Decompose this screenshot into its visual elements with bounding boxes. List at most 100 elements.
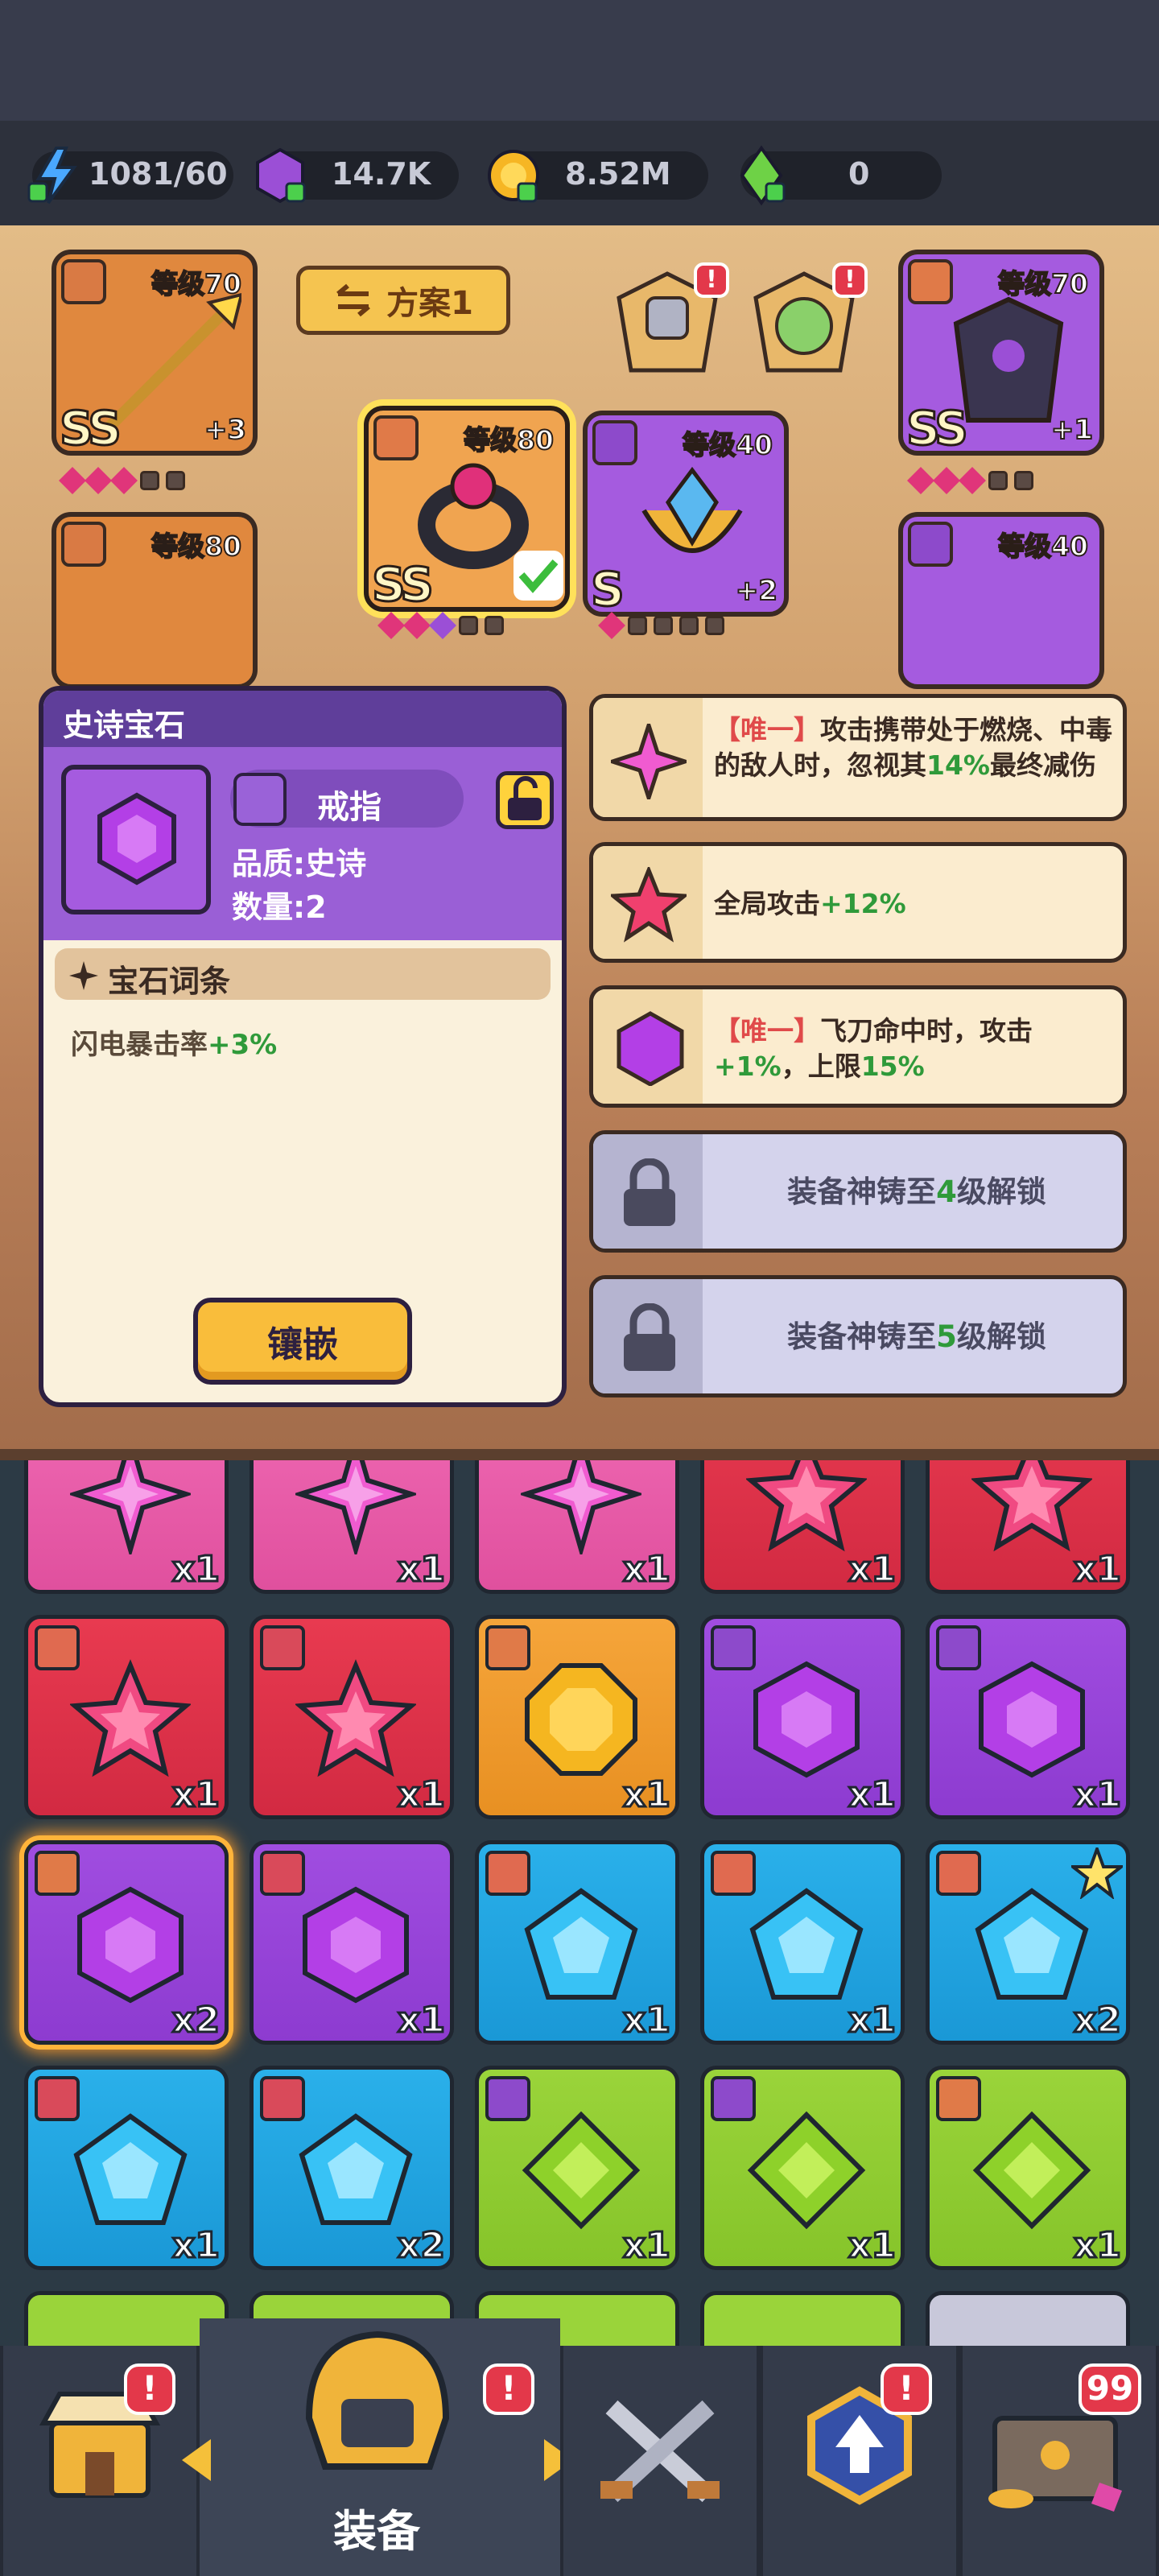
gem-count: x1 bbox=[171, 2224, 221, 2267]
slot-level: 等级80 bbox=[463, 423, 555, 456]
slot-plus: +1 bbox=[1050, 413, 1094, 447]
nav-left-arrow-icon[interactable] bbox=[182, 2439, 211, 2481]
equip-slot-necklace-right[interactable]: 等级40 bbox=[898, 512, 1104, 689]
effect-text-1: 【唯一】攻击携带处于燃烧、中毒的敌人时，忽视其14%最终减伤 bbox=[714, 712, 1120, 783]
inventory-gem-tile[interactable]: x1 bbox=[24, 1615, 229, 1819]
slot-level: 等级40 bbox=[997, 530, 1089, 563]
locked-text: 级解锁 bbox=[956, 1319, 1046, 1354]
pentagon-gem-icon bbox=[73, 2113, 188, 2225]
slot-level: 等级40 bbox=[682, 428, 773, 461]
selected-gem-box bbox=[61, 765, 211, 914]
gem-count: x1 bbox=[171, 1548, 221, 1591]
effect-text-2: 全局攻击+12% bbox=[714, 886, 1120, 922]
effect-value: +12% bbox=[820, 888, 906, 919]
pentagon-gem-icon bbox=[299, 2113, 413, 2225]
shop-alert-badge: ! bbox=[124, 2363, 175, 2415]
inventory-gem-tile[interactable]: x1 bbox=[700, 1460, 905, 1594]
diamond-gem-icon bbox=[972, 2111, 1091, 2230]
inventory-gem-tile[interactable]: x2 bbox=[926, 1840, 1130, 2045]
slot-gem-row bbox=[59, 467, 185, 494]
inventory-gem-tile[interactable]: x1 bbox=[700, 1840, 905, 2045]
gem-count: x1 bbox=[622, 1773, 672, 1816]
inventory-gem-tile[interactable]: x1 bbox=[24, 1460, 229, 1594]
slot-gem-row bbox=[907, 467, 1033, 494]
unlock-toggle-button[interactable] bbox=[496, 771, 554, 829]
inventory-gem-tile[interactable]: x1 bbox=[24, 2066, 229, 2270]
slot-grade: S bbox=[590, 561, 626, 617]
inventory-gem-tile[interactable]: x2 bbox=[250, 2066, 454, 2270]
star-gem-icon bbox=[295, 1659, 416, 1777]
purple-hexagon-gem-icon bbox=[97, 792, 176, 886]
gem-quality: 品质:史诗 bbox=[232, 846, 367, 881]
hexagon-gem-icon bbox=[303, 1886, 409, 2004]
embed-button[interactable]: 镶嵌 bbox=[193, 1298, 412, 1385]
inventory-gem-tile[interactable]: x1 bbox=[475, 1615, 679, 1819]
inventory-gem-tile[interactable]: x1 bbox=[250, 1615, 454, 1819]
inventory-gem-tile[interactable]: x1 bbox=[475, 2066, 679, 2270]
effect-value: 14% bbox=[926, 749, 990, 781]
pentagon-gem-icon bbox=[524, 1888, 638, 2000]
ring-type-icon bbox=[233, 773, 287, 826]
inventory-gem-tile[interactable]: x1 bbox=[475, 1840, 679, 2045]
slot-plus: +3 bbox=[204, 413, 247, 447]
padlock-icon bbox=[624, 1303, 675, 1371]
pentagon-gem-icon bbox=[749, 1888, 864, 2000]
affix-line: 闪电暴击率+3% bbox=[71, 1022, 277, 1062]
effect-text: 飞刀命中时，攻击 bbox=[820, 1015, 1033, 1046]
slot-grade: SS bbox=[371, 556, 435, 612]
amulet-icon bbox=[641, 466, 743, 553]
inventory-gem-tile[interactable]: x2 bbox=[24, 1840, 229, 2045]
inventory-gem-tile[interactable]: x1 bbox=[475, 1460, 679, 1594]
inventory-gem-tile[interactable] bbox=[700, 2291, 905, 2346]
inventory-gem-tile[interactable] bbox=[926, 2291, 1130, 2346]
affix-value: +3% bbox=[208, 1029, 278, 1061]
pentagon-gem-icon bbox=[975, 1888, 1089, 2000]
sparkle-icon bbox=[69, 961, 98, 990]
locked-slot-5: 装备神铸至5级解锁 bbox=[589, 1275, 1127, 1397]
locked-level: 5 bbox=[936, 1319, 957, 1354]
effect-text: ，上限 bbox=[781, 1051, 861, 1082]
gem-count: x1 bbox=[622, 1999, 672, 2041]
equip-slot-armor[interactable]: 等级70 SS +1 bbox=[898, 250, 1104, 456]
slot-grade: SS bbox=[905, 400, 970, 456]
affix-header: 宝石词条 bbox=[108, 964, 231, 999]
nav-equipment-label: 装备 bbox=[333, 2506, 420, 2557]
slot-level: 等级80 bbox=[151, 530, 242, 563]
gold-value: 8.52M bbox=[565, 156, 671, 192]
pink-four-point-star-icon bbox=[611, 724, 687, 799]
diamond-gem-icon bbox=[747, 2111, 866, 2230]
popup-amulet-gem-row bbox=[598, 612, 724, 639]
gem-count: x1 bbox=[848, 1773, 897, 1816]
popup-slot-amulet[interactable]: 等级40 S +2 bbox=[583, 411, 789, 617]
gem-count: x1 bbox=[848, 2224, 897, 2267]
effect-card-2: 全局攻击+12% bbox=[589, 842, 1127, 963]
inventory-gem-tile[interactable]: x1 bbox=[926, 1615, 1130, 1819]
crossed-swords-icon bbox=[600, 2400, 720, 2503]
gem-count: x2 bbox=[171, 1999, 221, 2041]
gem-count: x2 bbox=[1073, 1999, 1123, 2041]
gem-count: x1 bbox=[622, 2224, 672, 2267]
gem-quantity: 数量:2 bbox=[232, 890, 327, 925]
section-divider bbox=[0, 1449, 1159, 1460]
inventory-gem-tile[interactable]: x1 bbox=[700, 2066, 905, 2270]
locked-text-5: 装备神铸至5级解锁 bbox=[703, 1319, 1123, 1355]
popup-slot-ring[interactable]: 等级80 SS bbox=[364, 406, 570, 612]
inventory-gem-tile[interactable]: x1 bbox=[250, 1460, 454, 1594]
inventory-gem-tile[interactable]: x1 bbox=[250, 1840, 454, 2045]
gem-count: x1 bbox=[171, 1773, 221, 1816]
hexagon-gem-icon bbox=[979, 1661, 1085, 1778]
gem-count: x1 bbox=[622, 1548, 672, 1591]
equip-slot-ring-left[interactable]: 等级80 bbox=[52, 512, 258, 689]
star-gem-icon bbox=[971, 1460, 1092, 1552]
equip-slot-weapon[interactable]: 等级70 SS +3 bbox=[52, 250, 258, 456]
scheme-switch-button[interactable]: 方案1 bbox=[296, 266, 510, 335]
inventory-gem-tile[interactable]: x1 bbox=[926, 2066, 1130, 2270]
inventory-gem-tile[interactable]: x1 bbox=[926, 1460, 1130, 1594]
inventory-gem-tile[interactable]: x1 bbox=[700, 1615, 905, 1819]
gem-count: x1 bbox=[397, 1548, 447, 1591]
inventory-gem-tile[interactable] bbox=[24, 2291, 229, 2346]
hexagon-gem-icon bbox=[753, 1661, 860, 1778]
star-gem-icon bbox=[746, 1460, 867, 1552]
slot-level: 等级70 bbox=[151, 267, 242, 300]
effect-text: 全局攻击 bbox=[714, 888, 820, 919]
